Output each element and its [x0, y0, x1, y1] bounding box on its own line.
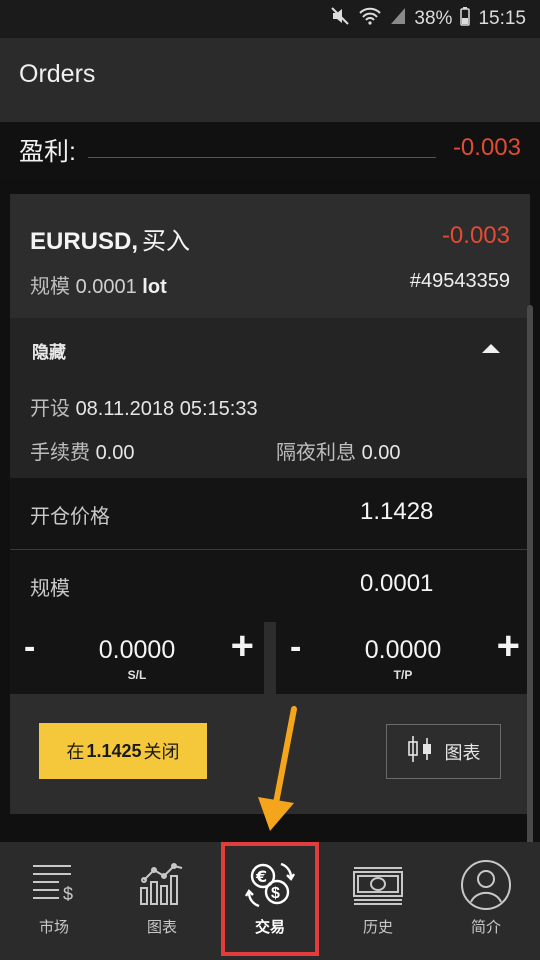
clock: 15:15 [478, 8, 526, 29]
sl-value[interactable]: 0.0000 [10, 636, 264, 665]
mute-icon [330, 6, 350, 32]
sl-increase-button[interactable]: + [231, 624, 254, 669]
order-details: 隐藏 开设 08.11.2018 05:15:33 手续费 0.00 隔夜利息 … [10, 318, 530, 478]
profit-summary: 盈利: -0.003 [0, 122, 540, 180]
open-time: 开设 08.11.2018 05:15:33 [30, 392, 258, 421]
commission-value: 0.00 [95, 442, 135, 464]
commission-label: 手续费 [30, 442, 90, 464]
order-ticket: #49543359 [409, 270, 510, 292]
order-header[interactable]: EURUSD, 买入 -0.003 规模 0.0001 lot #49543359 [10, 194, 530, 318]
volume-row: 规模 0.0001 [10, 550, 530, 622]
scrollbar[interactable] [527, 305, 533, 845]
commission: 手续费 0.00 [30, 436, 135, 465]
chart-button[interactable]: 图表 [386, 724, 501, 779]
chart-button-label: 图表 [444, 742, 481, 763]
open-label: 开设 [30, 398, 70, 420]
order-side: 买入 [142, 228, 191, 255]
wifi-icon [358, 6, 382, 32]
nav-label-profile: 简介 [470, 919, 501, 936]
size-value: 0.0001 [75, 276, 137, 298]
volume-value: 0.0001 [360, 570, 434, 597]
nav-item-market[interactable]: $ 市场 [0, 842, 108, 960]
size-label: 规模 [30, 276, 70, 298]
swap-value: 0.00 [361, 442, 401, 464]
open-price-value: 1.1428 [360, 498, 434, 525]
tp-increase-button[interactable]: + [497, 624, 520, 669]
volume-label: 规模 [30, 578, 70, 600]
caret-up-icon[interactable] [482, 344, 500, 353]
page-title: Orders [19, 60, 96, 88]
trade-tab-highlight-box [221, 842, 319, 956]
tp-tag: T/P [393, 668, 413, 682]
nav-label-market: 市场 [38, 919, 69, 936]
app-bar: Orders [0, 38, 540, 122]
chart-icon [135, 858, 189, 912]
annotation-arrow-icon [250, 703, 302, 840]
take-profit-stepper[interactable]: - 0.0000 T/P + [276, 620, 530, 694]
sl-tag: S/L [127, 668, 147, 682]
order-symbol: EURUSD, 买入 [30, 221, 190, 256]
history-banknote-icon [351, 858, 405, 912]
tp-value[interactable]: 0.0000 [276, 636, 530, 665]
nav-label-chart: 图表 [146, 919, 177, 936]
hide-details-toggle[interactable]: 隐藏 [32, 338, 66, 363]
open-price-row: 开仓价格 1.1428 [10, 478, 530, 550]
close-price: 1.1425 [86, 740, 142, 761]
swap: 隔夜利息 0.00 [276, 436, 401, 465]
status-icons: 38% 15:15 [330, 6, 526, 32]
close-position-button[interactable]: 在 1.1425 关闭 [39, 723, 207, 779]
nav-item-profile[interactable]: 简介 [432, 842, 540, 960]
symbol-text: EURUSD, [30, 228, 139, 255]
market-icon: $ [27, 858, 81, 912]
nav-item-chart[interactable]: 图表 [108, 842, 216, 960]
close-suffix: 关闭 [143, 742, 180, 762]
open-time-value: 08.11.2018 05:15:33 [75, 398, 258, 420]
close-prefix: 在 [66, 742, 85, 762]
status-bar: 38% 15:15 [0, 0, 540, 38]
profit-divider [88, 157, 436, 158]
stop-loss-stepper[interactable]: - 0.0000 S/L + [10, 620, 264, 694]
order-size: 规模 0.0001 lot [30, 270, 167, 299]
svg-text:$: $ [63, 884, 73, 904]
candlestick-icon [407, 734, 433, 769]
swap-label: 隔夜利息 [276, 442, 356, 464]
open-price-label: 开仓价格 [30, 506, 110, 528]
profile-icon [459, 858, 513, 912]
order-pnl: -0.003 [441, 222, 510, 249]
signal-icon [390, 7, 406, 31]
profit-label: 盈利: [19, 138, 76, 166]
nav-item-history[interactable]: 历史 [324, 842, 432, 960]
size-unit: lot [142, 276, 167, 298]
profit-value: -0.003 [452, 134, 521, 161]
battery-icon [460, 6, 471, 32]
nav-label-history: 历史 [362, 919, 393, 936]
battery-percent: 38% [414, 8, 453, 29]
